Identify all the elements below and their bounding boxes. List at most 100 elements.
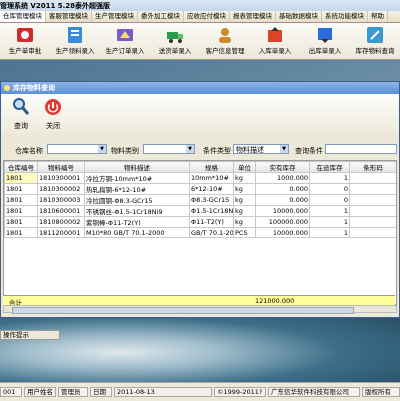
table-cell: 6*12-10# <box>189 183 234 195</box>
window-toolbar: 查询 关闭 <box>1 94 399 141</box>
table-cell: 1 <box>309 216 350 228</box>
production-approval-button[interactable]: 生产单审批 <box>0 24 50 58</box>
inventory-table[interactable]: 仓库编号 物料编号 物料描述 规格 单位 实有库存 在途库存 条形码 1801 … <box>3 160 397 305</box>
table-cell: 1801 <box>4 172 38 184</box>
chevron-down-icon: ▼ <box>98 145 106 153</box>
table-row[interactable]: 1801 1810300002 热轧扁钢-6*12-10# 6*12-10# k… <box>4 183 396 195</box>
table-cell: Φ8.3-GCr15 <box>189 194 234 206</box>
category-select[interactable]: ▼ <box>143 144 195 154</box>
production-order-button[interactable]: 生产订单录入 <box>100 24 150 58</box>
column-header[interactable]: 物料描述 <box>84 161 190 173</box>
table-cell: 100000.000 <box>255 216 310 228</box>
table-cell: 冷拉方钢-10mm*10# <box>84 172 190 184</box>
main-toolbar: 生产单审批 生产领料录入 生产订单录入 送货单录入 客户信息管理 入库单录入 出… <box>0 23 400 60</box>
condition-input[interactable] <box>325 144 397 154</box>
status-user-name-label: 用户姓名 <box>24 387 56 397</box>
column-header[interactable]: 仓库编号 <box>4 161 38 173</box>
table-cell: 1811200001 <box>37 227 85 238</box>
inventory-query-label: 库存物料查询 <box>355 47 395 55</box>
table-total-row: 合计 121000.000 <box>3 295 395 307</box>
table-cell <box>349 216 396 228</box>
status-user-id: 001 <box>0 387 22 397</box>
stock-out-icon <box>318 28 332 43</box>
table-cell: Φ11-T2(Y) <box>189 216 234 228</box>
column-header[interactable]: 在途库存 <box>309 161 350 173</box>
table-cell: kg <box>233 205 256 217</box>
table-cell: kg <box>233 194 256 206</box>
tab-system-functions[interactable]: 系统功能模块 <box>322 11 368 22</box>
app-title: 管理系统 V2011 5.28泰外超强版 <box>0 2 111 10</box>
table-cell: 1810300001 <box>37 172 85 184</box>
table-cell: 0.000 <box>255 183 310 195</box>
pick-material-label: 生产领料录入 <box>55 47 95 55</box>
window-title: 库存物料查询 <box>13 84 55 92</box>
table-cell: 1801 <box>4 216 38 228</box>
table-cell: 1810300003 <box>37 194 85 206</box>
delivery-note-label: 送货单录入 <box>158 47 192 55</box>
table-row[interactable]: 1801 1810300003 冷拉圆钢-Φ8.3-GCr15 Φ8.3-GCr… <box>4 194 396 206</box>
query-button[interactable]: 查询 <box>5 97 37 137</box>
status-date: 2011-08-13 <box>114 387 212 397</box>
filter-bar: 仓库名称 ▼ 物料类别 ▼ 条件类型 物料描述 ▼ 查询条件 <box>1 140 399 160</box>
table-cell: M10*80 GB/T 70.1-2000 <box>84 227 190 238</box>
table-cell: 1801 <box>4 183 38 195</box>
tab-outsourcing[interactable]: 委外加工模块 <box>138 11 184 22</box>
table-cell <box>349 194 396 206</box>
chevron-down-icon: ▼ <box>186 145 194 153</box>
horizontal-scrollbar[interactable] <box>3 305 397 314</box>
status-rights: 版权所有 <box>362 387 400 397</box>
close-button[interactable]: 关闭 <box>37 97 69 137</box>
table-cell: kg <box>233 172 256 184</box>
query-label: 查询 <box>14 122 28 130</box>
table-cell <box>349 183 396 195</box>
tab-basic-data[interactable]: 基础数据模块 <box>276 11 322 22</box>
pick-material-button[interactable]: 生产领料录入 <box>50 24 100 58</box>
condition-type-select[interactable]: 物料描述 ▼ <box>233 144 289 154</box>
tab-receivable-payable[interactable]: 应收应付模块 <box>184 11 230 22</box>
tab-reports[interactable]: 报表管理模块 <box>230 11 276 22</box>
table-cell: 热轧扁钢-6*12-10# <box>84 183 190 195</box>
inventory-query-button[interactable]: 库存物料查询 <box>350 24 400 58</box>
tab-help[interactable]: 帮助 <box>368 11 388 22</box>
status-company: 广东信华软件科技有限公司 <box>268 387 360 397</box>
delivery-note-button[interactable]: 送货单录入 <box>150 24 200 58</box>
table-cell: 1 <box>309 227 350 238</box>
stock-in-icon <box>268 27 282 42</box>
table-cell: 1801 <box>4 227 38 238</box>
tab-production[interactable]: 生产管理模块 <box>92 11 138 22</box>
table-cell: kg <box>233 183 256 195</box>
table-cell: 0.000 <box>255 194 310 206</box>
chevron-down-icon: ▼ <box>280 145 288 153</box>
customer-info-button[interactable]: 客户信息管理 <box>200 24 250 58</box>
pick-material-icon <box>68 27 82 43</box>
table-row[interactable]: 1801 1811200001 M10*80 GB/T 70.1-2000 GB… <box>4 227 396 238</box>
table-cell <box>349 172 396 184</box>
table-cell <box>349 227 396 238</box>
production-approval-label: 生产单审批 <box>8 47 42 55</box>
table-cell <box>349 205 396 217</box>
delivery-icon <box>167 32 183 43</box>
table-row[interactable]: 1801 1810300001 冷拉方钢-10mm*10# 10mm*10# k… <box>4 172 396 184</box>
stock-out-label: 出库单录入 <box>308 47 342 55</box>
stock-out-button[interactable]: 出库单录入 <box>300 24 350 58</box>
table-row[interactable]: 1801 1810800002 紫铜棒-Φ11-T2(Y) Φ11-T2(Y) … <box>4 216 396 228</box>
table-cell: 10mm*10# <box>189 172 234 184</box>
scrollbar-thumb[interactable] <box>12 307 354 314</box>
table-cell: 不锈钢丝-Φ1.5-1Cr18Ni9 <box>84 205 190 217</box>
warehouse-select[interactable]: ▼ <box>47 144 107 154</box>
column-header[interactable]: 条形码 <box>349 161 396 173</box>
column-header[interactable]: 规格 <box>189 161 234 173</box>
column-header[interactable]: 单位 <box>233 161 256 173</box>
table-cell: kg <box>233 216 256 228</box>
tab-customer-service[interactable]: 客服管理模块 <box>46 11 92 22</box>
table-cell: 1810300002 <box>37 183 85 195</box>
stock-in-button[interactable]: 入库单录入 <box>250 24 300 58</box>
table-row[interactable]: 1801 1810600001 不锈钢丝-Φ1.5-1Cr18Ni9 Φ1.5-… <box>4 205 396 217</box>
operation-tip-tab[interactable]: 操作提示 <box>0 330 60 340</box>
column-header[interactable]: 实有库存 <box>255 161 310 173</box>
tab-warehouse[interactable]: 仓库管理模块 <box>0 11 46 22</box>
table-cell: 1 <box>309 172 350 184</box>
warehouse-filter-label: 仓库名称 <box>15 147 43 155</box>
column-header[interactable]: 物料编号 <box>37 161 85 173</box>
condition-type-label: 条件类型 <box>203 147 231 155</box>
